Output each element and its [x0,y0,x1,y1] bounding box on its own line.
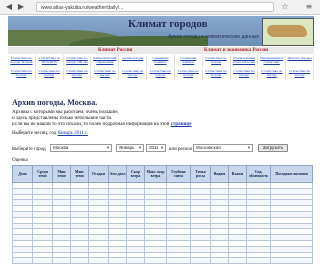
nav-climate-russia[interactable]: Климат России [98,47,132,54]
menu-link[interactable]: Прогноз погоды [286,55,314,67]
menu-link[interactable]: Статистика по погоде [91,68,120,80]
menu-row: Статистика по погоде 30 дней Статистика … [8,55,314,67]
column-header: Атм давл [108,165,127,183]
year-select-value: 2011 [149,145,159,150]
column-header: Точка росы [190,165,211,183]
column-header: Скор ветра [126,165,145,183]
month-select[interactable]: Январь ▼ [116,144,144,152]
city-select[interactable]: Москва ▼ [50,144,112,152]
period-label: Оценка [12,158,28,163]
menu-link[interactable]: Статистика по погоде [175,68,203,80]
chevron-down-icon: ▼ [138,145,142,150]
chevron-down-icon: ▼ [247,145,251,150]
table-cell [210,257,229,264]
column-header: Макс темп [70,165,89,183]
table-cell [70,257,89,264]
menu-icon[interactable]: ≡ [304,2,314,12]
column-header: Средн темп [32,165,53,183]
intro-text: Архивы с которыми мы работаем, очень бол… [12,110,272,128]
table-cell [190,257,211,264]
city-select-value: Москва [53,145,69,150]
column-header: Мин темп [52,165,71,183]
menu-link[interactable]: Статистика по погоде [36,68,64,80]
chevron-down-icon: ▼ [160,145,164,150]
weather-archive-table: День Средн темп Мин темп Макс темп Осадки Атм… [12,165,313,264]
nav-climate-economy[interactable]: Климат и экономика России [204,47,268,54]
menu-link[interactable]: Статистика по погоде 30 дней [8,55,36,67]
menu-link[interactable]: Отопительный сезон в России [231,55,259,67]
bookmark-star-icon[interactable]: ☆ [280,2,290,12]
column-header: Глубина снега [166,165,191,183]
table-cell [228,257,247,264]
menu-link[interactable]: Статистика по погоде [203,68,231,80]
back-icon[interactable]: ◀ [4,2,14,12]
menu-link[interactable]: Статистика по погоде [231,68,259,80]
menu-link[interactable]: Климатический справочник [91,55,120,67]
table-header-row: День Средн темп Мин темп Макс темп Осадки Атм… [12,165,313,183]
menu-link[interactable]: Сравнение климата [175,55,203,67]
table-cell [166,257,191,264]
menu-link[interactable]: Статистика по погоде [119,68,148,80]
table-cell [144,257,167,264]
table-cell [32,257,53,264]
table-cell [126,257,145,264]
station-label: или регион [169,146,193,151]
month-select-value: Январь [119,145,135,150]
menu-link[interactable]: Архив погоды [119,55,148,67]
column-header: Видим [210,165,229,183]
top-nav: Климат России Климат и экономика России [8,47,314,54]
column-header: Сид. облачность [246,165,271,183]
menu-link[interactable]: Превращение в статистику [258,55,287,67]
column-header: Погодные явления [270,165,313,183]
menu-link[interactable]: Статистика за 2013-2015 [36,55,64,67]
chevron-down-icon: ▼ [106,145,110,150]
intro-line-text: Если вы не нашли то что искали, то более… [12,122,171,127]
menu-link[interactable]: Сравнение климата [147,55,175,67]
filter-controls: Выберите город Москва ▼ Январь ▼ 2011 ▼ или… [12,144,312,153]
menu-link[interactable]: Статистика по погоде [258,68,287,80]
city-label: Выберите город [12,146,46,151]
site-banner: Климат городов Архив погоды и климатичес… [8,16,314,46]
table-cell [246,257,271,264]
address-bar[interactable]: www.atlas-yakutia.ru/weather/daily/... [36,2,274,12]
column-header: Влажн [228,165,247,183]
table-cell [12,257,33,264]
table-row [12,257,313,264]
menu-row: Статистика по погоде Статистика по погод… [8,68,314,80]
intro-line: Если вы не нашли то что искали, то более… [12,122,272,128]
main-menu: Статистика по погоде 30 дней Статистика … [8,55,314,81]
intro-link[interactable]: странице [171,122,192,127]
browser-toolbar: ◀ ▶ www.atlas-yakutia.ru/weather/daily/.… [0,0,320,15]
column-header: День [12,165,33,183]
menu-link[interactable]: Статистика по погоде [203,55,231,67]
column-header: Макс скор ветра [144,165,167,183]
table-cell [108,257,127,264]
table-cell [88,257,109,264]
station-select-value: Московская [196,145,221,150]
russia-map-image[interactable] [262,18,314,46]
date-link[interactable]: Январь 2011 г. [58,131,88,136]
table-cell [52,257,71,264]
column-header: Осадки [88,165,109,183]
site-subtitle: Архив погоды и климатические данные [168,34,260,40]
submit-button[interactable]: Загрузить [258,144,288,152]
date-note-text: Выберите месяц, год [12,131,58,136]
menu-link[interactable]: Статистика по погоде [286,68,314,80]
page-title: Архив погоды, Москва. [12,98,98,107]
year-select[interactable]: 2011 ▼ [146,144,166,152]
menu-link[interactable]: Статистика по погоде [64,68,92,80]
forward-icon[interactable]: ▶ [16,2,26,12]
site-title: Климат городов [128,18,208,30]
table-cell [270,257,313,264]
menu-link[interactable]: Статистика по погоде [8,68,36,80]
menu-link[interactable]: Статистика по погоде 100 лет [64,55,92,67]
menu-link[interactable]: Статистика по погоде [147,68,175,80]
date-note: Выберите месяц, год Январь 2011 г. [12,131,88,136]
station-select[interactable]: Московская ▼ [193,144,253,152]
